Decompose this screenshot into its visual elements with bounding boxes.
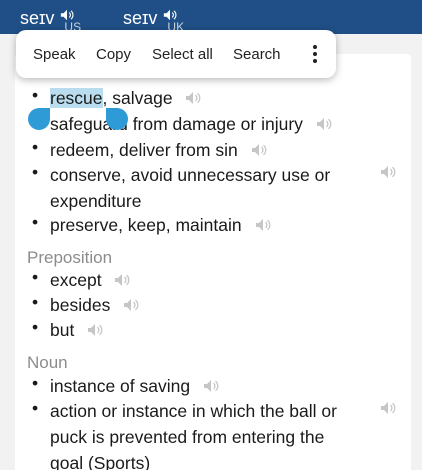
definition-text: conserve, avoid unnecessary use or xyxy=(50,165,331,185)
pos-label-noun: Noun xyxy=(27,353,68,372)
pronunciation-us-text: seɪv xyxy=(20,8,55,28)
selected-text[interactable]: rescue xyxy=(50,88,103,108)
definition-item: • besides xyxy=(32,292,139,318)
speaker-icon[interactable] xyxy=(380,401,396,415)
bullet: • xyxy=(32,317,39,337)
definition-text: , salvage xyxy=(102,88,173,108)
definition-item: • redeem, deliver from sin xyxy=(32,137,267,163)
bullet: • xyxy=(32,212,39,232)
speaker-icon[interactable] xyxy=(380,165,396,179)
definition-text: except xyxy=(50,270,102,290)
definition-item: • except xyxy=(32,267,130,293)
bullet: • xyxy=(32,398,39,418)
search-button[interactable]: Search xyxy=(233,46,305,63)
speaker-icon[interactable] xyxy=(123,298,139,312)
definition-text: instance of saving xyxy=(50,376,191,396)
definition-text: redeem, deliver from sin xyxy=(50,140,238,160)
definition-item: • action or instance in which the ball o… xyxy=(32,398,337,470)
speak-button[interactable]: Speak xyxy=(33,46,96,63)
copy-button[interactable]: Copy xyxy=(96,46,152,63)
top-bar: seɪv US seɪv UK xyxy=(0,0,422,34)
bullet: • xyxy=(32,85,39,105)
selection-handle-start[interactable] xyxy=(28,108,50,130)
definition-text: action or instance in which the ball or xyxy=(50,401,337,421)
definition-item: • preserve, keep, maintain xyxy=(32,212,271,238)
bullet: • xyxy=(32,267,39,287)
definition-item: • but xyxy=(32,317,103,343)
pos-label-preposition: Preposition xyxy=(27,248,113,267)
more-options-icon[interactable] xyxy=(305,42,325,66)
bullet: • xyxy=(32,162,39,182)
definition-item: • conserve, avoid unnecessary use or exp… xyxy=(32,162,330,214)
definition-text: puck is prevented from entering the xyxy=(50,427,325,447)
definition-text: goal (Sports) xyxy=(50,453,151,470)
text-selection-menu: Speak Copy Select all Search xyxy=(16,30,336,78)
speaker-icon[interactable] xyxy=(185,91,201,105)
definition-text: besides xyxy=(50,295,111,315)
definition-text: but xyxy=(50,320,75,340)
pronunciation-uk-text: seɪv xyxy=(123,8,158,28)
speaker-icon[interactable] xyxy=(203,379,219,393)
speaker-icon[interactable] xyxy=(251,143,267,157)
speaker-icon[interactable] xyxy=(114,273,130,287)
definition-text: expenditure xyxy=(50,191,142,211)
select-all-button[interactable]: Select all xyxy=(152,46,233,63)
selection-handle-end[interactable] xyxy=(106,108,128,130)
bullet: • xyxy=(32,137,39,157)
definition-text: preserve, keep, maintain xyxy=(50,215,242,235)
definition-text: safeguard from damage or injury xyxy=(50,114,303,134)
speaker-icon[interactable] xyxy=(87,323,103,337)
bullet: • xyxy=(32,373,39,393)
definition-item: • instance of saving xyxy=(32,373,219,399)
speaker-icon[interactable] xyxy=(316,117,332,131)
speaker-icon[interactable] xyxy=(255,218,271,232)
bullet: • xyxy=(32,292,39,312)
definition-item: • safeguard from damage or injury xyxy=(32,111,332,137)
